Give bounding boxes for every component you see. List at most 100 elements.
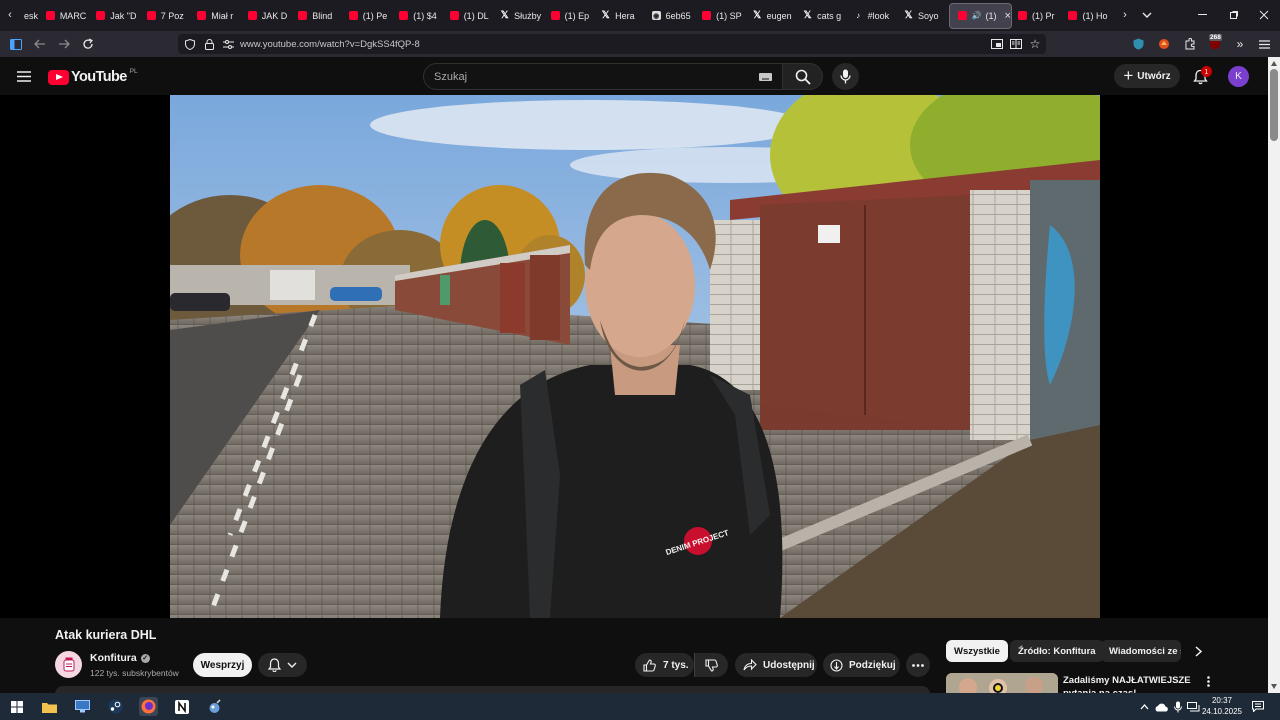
browser-tab[interactable]: 𝕏cats g xyxy=(797,3,847,29)
recommended-title-line1[interactable]: Zadaliśmy NAJŁATWIEJSZE xyxy=(1063,674,1203,687)
search-button[interactable] xyxy=(783,63,823,90)
recommended-more-icon[interactable] xyxy=(1202,674,1214,688)
recommended-thumbnail[interactable] xyxy=(946,673,1058,693)
extensions-puzzle-icon[interactable] xyxy=(1183,37,1197,51)
address-bar[interactable]: www.youtube.com/watch?v=DgkSS4fQP-8 ☆ xyxy=(178,34,1046,54)
chip-news-label: Wiadomości ze ś xyxy=(1109,645,1181,657)
thanks-button[interactable]: Podziękuj xyxy=(823,653,900,677)
video-player[interactable]: DENIM PROJECT xyxy=(0,95,1268,618)
network-icon[interactable] xyxy=(1186,701,1200,713)
audio-playing-icon[interactable]: 🔊 xyxy=(972,11,982,20)
browser-tab[interactable]: (1) SP xyxy=(696,3,746,29)
chips-next-icon[interactable] xyxy=(1190,643,1206,659)
scrollbar-thumb[interactable] xyxy=(1270,69,1278,141)
recommended-title[interactable]: Zadaliśmy NAJŁATWIEJSZE pytania na czas! xyxy=(1063,674,1203,693)
remote-desktop-icon[interactable] xyxy=(73,697,92,716)
channel-avatar[interactable] xyxy=(55,651,82,678)
browser-tab[interactable]: (1) Ep xyxy=(545,3,595,29)
browser-tab[interactable]: Jak "D xyxy=(90,3,140,29)
chip-all[interactable]: Wszystkie xyxy=(946,640,1008,662)
browser-tab[interactable]: ♪ #look xyxy=(848,3,898,29)
dislike-button[interactable] xyxy=(694,653,728,677)
browser-tab[interactable]: ◉ 6eb65 xyxy=(646,3,696,29)
url-text[interactable]: www.youtube.com/watch?v=DgkSS4fQP-8 xyxy=(240,39,420,50)
browser-tab[interactable]: (1) Pr xyxy=(1012,3,1062,29)
region-code: PL xyxy=(129,68,138,75)
bell-icon xyxy=(268,658,281,672)
browser-tab[interactable]: 𝕏 Hera xyxy=(595,3,645,29)
more-tools-icon[interactable]: » xyxy=(1233,37,1247,51)
voice-search-button[interactable] xyxy=(832,63,859,90)
clock[interactable]: 20:37 24.10.2025 xyxy=(1200,695,1244,717)
youtube-logo[interactable]: YouTube PL xyxy=(48,68,138,86)
scroll-tabs-left-icon[interactable]: ‹ xyxy=(4,8,16,22)
scroll-down-arrow-icon[interactable] xyxy=(1271,684,1277,689)
channel-name[interactable]: Konfitura ✓ xyxy=(90,652,150,664)
browser-tab[interactable]: 𝕏 Służby xyxy=(494,3,544,29)
tab-label: eugen xyxy=(766,10,792,21)
tab-active[interactable]: 🔊 (1) × xyxy=(948,2,1012,29)
bookmark-star-icon[interactable]: ☆ xyxy=(1029,37,1041,51)
steam-icon[interactable] xyxy=(106,697,125,716)
scroll-tabs-right-icon[interactable]: › xyxy=(1119,8,1131,22)
browser-tab[interactable]: 𝕏 Soyo xyxy=(898,3,948,29)
forward-icon[interactable] xyxy=(57,37,71,51)
youtube-favicon-icon xyxy=(550,11,560,20)
page-permissions-icon[interactable] xyxy=(222,38,234,50)
account-avatar[interactable]: K xyxy=(1228,66,1249,87)
browser-tab[interactable]: Miał r xyxy=(191,3,241,29)
video-frame[interactable]: DENIM PROJECT xyxy=(170,95,1100,618)
youtube-favicon-icon xyxy=(449,11,459,20)
browser-tab[interactable]: Blind xyxy=(292,3,342,29)
lock-icon[interactable] xyxy=(204,38,214,50)
close-tab-icon[interactable]: × xyxy=(1005,10,1011,22)
back-icon[interactable] xyxy=(33,37,47,51)
create-button[interactable]: + Utwórz xyxy=(1114,64,1180,88)
close-window-icon[interactable] xyxy=(1257,8,1271,22)
tab-label: MARC xyxy=(59,10,87,21)
browser-tab[interactable]: (1) Ho xyxy=(1062,3,1112,29)
page-scrollbar[interactable] xyxy=(1268,57,1280,693)
browser-tab[interactable]: (1) Pe xyxy=(343,3,393,29)
reader-view-icon[interactable] xyxy=(1010,38,1022,50)
minimize-window-icon[interactable] xyxy=(1196,8,1210,22)
notification-center-icon[interactable] xyxy=(1251,700,1265,713)
tray-overflow-icon[interactable] xyxy=(1138,701,1150,713)
onedrive-icon[interactable] xyxy=(1154,701,1168,713)
chip-news[interactable]: Wiadomości ze ś xyxy=(1101,640,1181,662)
list-all-tabs-icon[interactable] xyxy=(1140,8,1154,22)
browser-tab[interactable]: (1) DL xyxy=(444,3,494,29)
start-windows-icon[interactable] xyxy=(7,697,26,716)
channel-name-text[interactable]: Konfitura xyxy=(90,652,137,664)
scroll-up-arrow-icon[interactable] xyxy=(1271,61,1277,66)
support-button[interactable]: Wesprzyj xyxy=(193,653,252,677)
firefox-icon[interactable] xyxy=(139,697,158,716)
guide-menu-icon[interactable] xyxy=(16,68,32,84)
restore-window-icon[interactable] xyxy=(1227,8,1241,22)
gnome-app-icon[interactable] xyxy=(205,697,224,716)
fox-extension-icon[interactable] xyxy=(1157,37,1171,51)
file-explorer-icon[interactable] xyxy=(40,697,59,716)
browser-tab[interactable]: MARC xyxy=(40,3,90,29)
tracking-protection-icon[interactable] xyxy=(184,38,196,50)
app-menu-icon[interactable] xyxy=(1257,37,1271,51)
more-actions-button[interactable] xyxy=(906,653,930,677)
like-button[interactable]: 7 tys. xyxy=(635,653,694,677)
subscription-bell-button[interactable] xyxy=(258,653,307,677)
notion-icon[interactable] xyxy=(172,697,191,716)
microphone-tray-icon[interactable] xyxy=(1172,700,1184,714)
browser-tab[interactable]: esk xyxy=(18,3,40,29)
browser-tab[interactable]: 7 Poz xyxy=(141,3,191,29)
browser-tab[interactable]: 𝕏eugen xyxy=(747,3,797,29)
picture-in-picture-icon[interactable] xyxy=(991,38,1003,50)
browser-nav-bar: www.youtube.com/watch?v=DgkSS4fQP-8 ☆ 26… xyxy=(0,31,1280,57)
vpn-shield-icon[interactable] xyxy=(1131,37,1145,51)
chip-source-channel[interactable]: Źródło: Konfitura xyxy=(1010,640,1104,662)
browser-tab[interactable]: (1) $4 xyxy=(393,3,443,29)
reload-icon[interactable] xyxy=(81,37,95,51)
share-button[interactable]: Udostępnij xyxy=(735,653,817,677)
search-input[interactable]: Szukaj xyxy=(423,63,783,90)
sidebar-toggle-icon[interactable] xyxy=(9,37,23,51)
browser-tab[interactable]: JAK D xyxy=(242,3,292,29)
keyboard-icon[interactable] xyxy=(758,72,772,82)
